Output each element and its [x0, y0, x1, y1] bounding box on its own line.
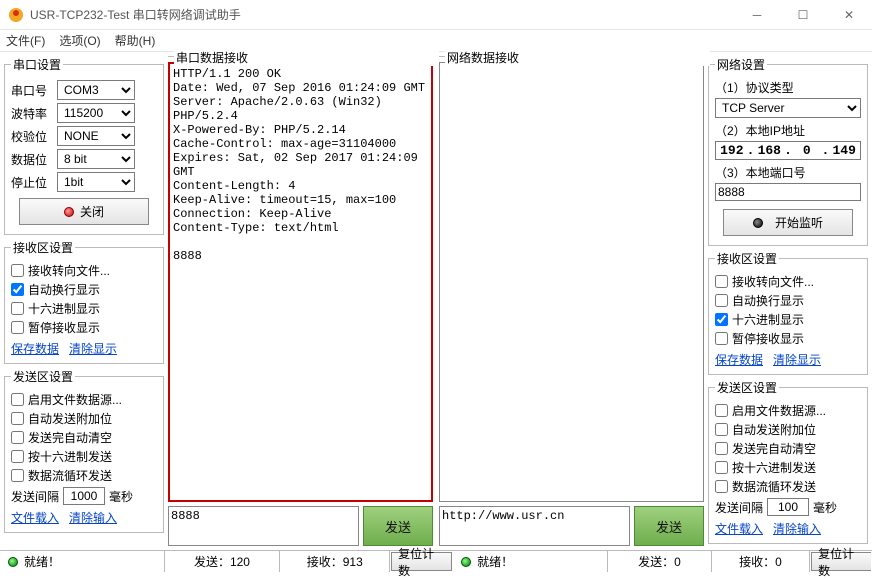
send-settings-left: 发送区设置 启用文件数据源... 自动发送附加位 发送完自动清空 按十六进制发送…	[4, 368, 164, 533]
menu-options[interactable]: 选项(O)	[59, 32, 100, 49]
r-recv-to-file-check[interactable]	[715, 275, 728, 288]
databits-label: 数据位	[11, 151, 53, 168]
status-ready-2: 就绪！	[477, 553, 513, 570]
net-send-input[interactable]: http://www.usr.cn	[439, 506, 630, 546]
r-pause-recv-check[interactable]	[715, 332, 728, 345]
status-ready: 就绪！	[24, 553, 60, 570]
ip-label: （2）本地IP地址	[715, 122, 861, 139]
net-recv-box[interactable]	[439, 62, 704, 502]
loop-send-check[interactable]	[11, 469, 24, 482]
auto-wrap-check[interactable]	[11, 283, 24, 296]
clear-after-check[interactable]	[11, 431, 24, 444]
serial-recv-box[interactable]: HTTP/1.1 200 OK Date: Wed, 07 Sep 2016 0…	[168, 62, 433, 502]
file-src-check[interactable]	[11, 393, 24, 406]
listen-button[interactable]: 开始监听	[723, 209, 853, 236]
port-select[interactable]: COM3	[57, 80, 135, 100]
net-port-input[interactable]	[715, 183, 861, 201]
r-interval-input[interactable]	[767, 498, 809, 516]
title-bar: USR-TCP232-Test 串口转网络调试助手 ─ ☐ ✕	[0, 0, 872, 30]
close-serial-button[interactable]: 关闭	[19, 198, 149, 225]
app-icon	[8, 7, 24, 23]
serial-settings-legend: 串口设置	[11, 56, 63, 73]
circle-icon	[753, 218, 763, 228]
pause-recv-check[interactable]	[11, 321, 24, 334]
recv-settings-right: 接收区设置 接收转向文件... 自动换行显示 十六进制显示 暂停接收显示 保存数…	[708, 250, 868, 375]
auto-extra-check[interactable]	[11, 412, 24, 425]
r-hex-display-check[interactable]	[715, 313, 728, 326]
stopbits-select[interactable]: 1bit	[57, 172, 135, 192]
r-file-src-check[interactable]	[715, 404, 728, 417]
r-file-load-link[interactable]: 文件载入	[715, 520, 763, 537]
close-window-button[interactable]: ✕	[826, 0, 872, 30]
serial-recv-label: 串口数据接收	[174, 49, 439, 66]
recv-to-file-check[interactable]	[11, 264, 24, 277]
r-auto-extra-check[interactable]	[715, 423, 728, 436]
serial-recv-count: 接收：913	[280, 551, 390, 572]
menu-help[interactable]: 帮助(H)	[115, 32, 156, 49]
reset-count-button-right[interactable]: 复位计数	[811, 552, 871, 571]
hex-display-check[interactable]	[11, 302, 24, 315]
save-data-link[interactable]: 保存数据	[11, 340, 59, 357]
r-hex-send-check[interactable]	[715, 461, 728, 474]
net-recv-label: 网络数据接收	[445, 49, 710, 66]
serial-send-input[interactable]: 8888	[168, 506, 359, 546]
minimize-button[interactable]: ─	[734, 0, 780, 30]
menu-file[interactable]: 文件(F)	[6, 32, 45, 49]
send-settings-right: 发送区设置 启用文件数据源... 自动发送附加位 发送完自动清空 按十六进制发送…	[708, 379, 868, 544]
record-icon	[64, 207, 74, 217]
serial-send-button[interactable]: 发送	[363, 506, 433, 546]
net-send-button[interactable]: 发送	[634, 506, 704, 546]
proto-select[interactable]: TCP Server	[715, 98, 861, 118]
r-auto-wrap-check[interactable]	[715, 294, 728, 307]
interval-input[interactable]	[63, 487, 105, 505]
parity-select[interactable]: NONE	[57, 126, 135, 146]
status-dot-icon-2	[461, 557, 471, 567]
proto-label: （1）协议类型	[715, 79, 861, 96]
serial-send-count: 发送：120	[165, 551, 281, 572]
r-loop-send-check[interactable]	[715, 480, 728, 493]
stopbits-label: 停止位	[11, 174, 53, 191]
recv-settings-left: 接收区设置 接收转向文件... 自动换行显示 十六进制显示 暂停接收显示 保存数…	[4, 239, 164, 364]
net-port-label: （3）本地端口号	[715, 164, 861, 181]
r-clear-input-link[interactable]: 清除输入	[773, 520, 821, 537]
net-settings: 网络设置 （1）协议类型 TCP Server （2）本地IP地址 192.16…	[708, 56, 868, 246]
net-recv-count: 接收：0	[712, 551, 810, 572]
file-load-link[interactable]: 文件载入	[11, 509, 59, 526]
maximize-button[interactable]: ☐	[780, 0, 826, 30]
reset-count-button-left[interactable]: 复位计数	[391, 552, 452, 571]
ip-input[interactable]: 192.168.0.149	[715, 141, 861, 160]
status-dot-icon	[8, 557, 18, 567]
port-label: 串口号	[11, 82, 53, 99]
status-bar: 就绪！ 发送：120 接收：913 复位计数 就绪！ 发送：0 接收：0 复位计…	[0, 550, 872, 572]
databits-select[interactable]: 8 bit	[57, 149, 135, 169]
r-clear-display-link[interactable]: 清除显示	[773, 351, 821, 368]
clear-display-link[interactable]: 清除显示	[69, 340, 117, 357]
parity-label: 校验位	[11, 128, 53, 145]
r-clear-after-check[interactable]	[715, 442, 728, 455]
net-send-count: 发送：0	[608, 551, 712, 572]
baud-select[interactable]: 115200	[57, 103, 135, 123]
serial-settings: 串口设置 串口号COM3 波特率115200 校验位NONE 数据位8 bit …	[4, 56, 164, 235]
r-save-data-link[interactable]: 保存数据	[715, 351, 763, 368]
clear-input-link[interactable]: 清除输入	[69, 509, 117, 526]
hex-send-check[interactable]	[11, 450, 24, 463]
baud-label: 波特率	[11, 105, 53, 122]
